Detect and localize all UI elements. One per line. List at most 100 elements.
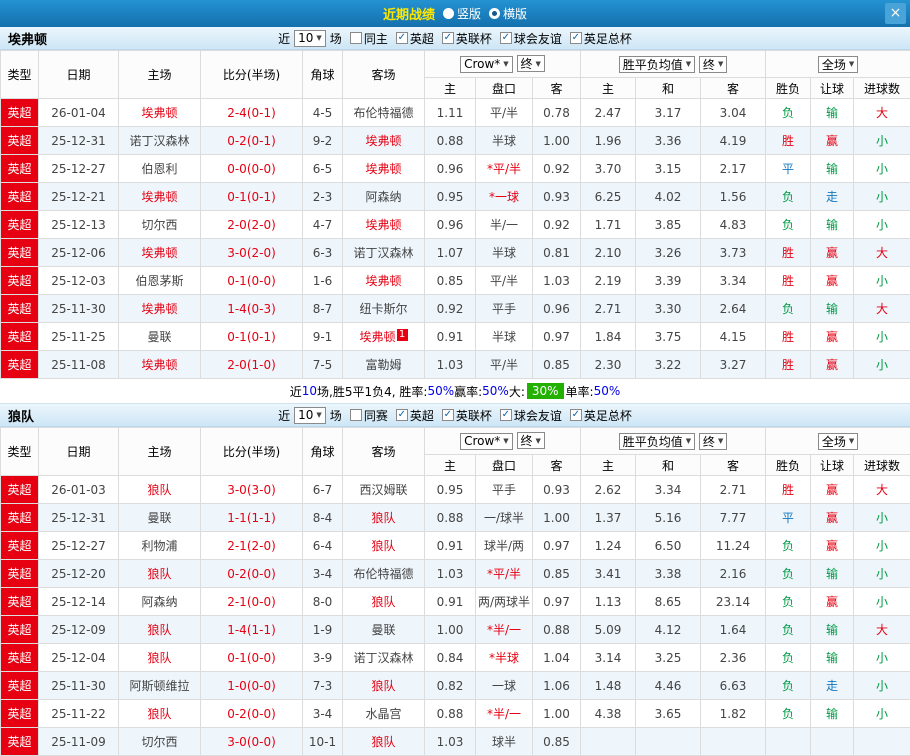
layout-radio-vertical[interactable]: 竖版 <box>443 5 481 22</box>
filter-checkbox[interactable]: 同主 <box>350 30 388 47</box>
corner-cell: 4-5 <box>303 99 343 127</box>
avg-select[interactable]: 胜平负均值▼ <box>619 433 695 450</box>
date-cell: 25-12-06 <box>39 239 119 267</box>
chevron-down-icon: ▼ <box>536 437 541 445</box>
page-title: 近期战绩 <box>383 4 435 23</box>
asian-result-cell: 赢 <box>811 476 854 504</box>
col-goals: 进球数 <box>854 455 910 476</box>
home-odds-cell: 0.96 <box>425 155 476 183</box>
away-team-cell: 埃弗顿 <box>343 127 425 155</box>
avg-home-cell: 1.37 <box>581 504 636 532</box>
avg-final-select[interactable]: 终▼ <box>699 56 727 73</box>
avg-away-cell: 23.14 <box>701 588 766 616</box>
filter-checkbox[interactable]: ✓英超 <box>396 30 434 47</box>
close-icon[interactable]: × <box>885 3 906 24</box>
filter-checkbox[interactable]: ✓球会友谊 <box>500 407 562 424</box>
avg-final-value: 终 <box>703 433 715 450</box>
home-team-cell: 狼队 <box>119 700 201 728</box>
bookmaker-select[interactable]: Crow*▼ <box>460 56 513 73</box>
chevron-down-icon: ▼ <box>536 60 541 68</box>
date-cell: 25-12-31 <box>39 127 119 155</box>
date-cell: 25-12-21 <box>39 183 119 211</box>
home-team-cell: 利物浦 <box>119 532 201 560</box>
asian-result-cell: 输 <box>811 99 854 127</box>
filter-checkbox[interactable]: ✓英足总杯 <box>570 407 632 424</box>
home-team-cell: 阿斯顿维拉 <box>119 672 201 700</box>
corner-cell: 9-1 <box>303 323 343 351</box>
asian-result-cell: 走 <box>811 672 854 700</box>
radio-horizontal-label: 横版 <box>503 5 527 22</box>
fulltime-select[interactable]: 全场▼ <box>818 433 858 450</box>
fulltime-select[interactable]: 全场▼ <box>818 56 858 73</box>
match-count-select[interactable]: 10▼ <box>294 30 326 47</box>
avg-final-select[interactable]: 终▼ <box>699 433 727 450</box>
filter-checkbox[interactable]: ✓英联杯 <box>442 407 492 424</box>
result-cell: 负 <box>766 183 811 211</box>
avg-home-cell: 6.25 <box>581 183 636 211</box>
filter-checkbox[interactable]: ✓英联杯 <box>442 30 492 47</box>
match-row: 英超25-12-27利物浦2-1(2-0)6-4狼队0.91球半/两0.971.… <box>1 532 910 560</box>
away-odds-cell: 0.85 <box>533 728 581 756</box>
goals-result-cell: 大 <box>854 99 910 127</box>
score-cell: 1-4(1-1) <box>201 616 303 644</box>
result-cell <box>766 728 811 756</box>
goals-result-cell: 小 <box>854 183 910 211</box>
goals-result-cell: 小 <box>854 532 910 560</box>
odds-final-select[interactable]: 终▼ <box>517 432 545 449</box>
home-team-cell: 埃弗顿 <box>119 239 201 267</box>
score-cell: 0-2(0-0) <box>201 700 303 728</box>
away-odds-cell: 0.97 <box>533 323 581 351</box>
avg-draw-cell: 6.50 <box>636 532 701 560</box>
league-cell: 英超 <box>1 351 39 379</box>
filter-checkbox[interactable]: ✓球会友谊 <box>500 30 562 47</box>
away-team-cell: 富勒姆 <box>343 351 425 379</box>
col-away: 客场 <box>343 428 425 476</box>
avg-home-cell: 1.48 <box>581 672 636 700</box>
home-odds-cell: 0.95 <box>425 183 476 211</box>
layout-radio-horizontal[interactable]: 横版 <box>489 5 527 22</box>
home-odds-cell: 1.11 <box>425 99 476 127</box>
bookmaker-select[interactable]: Crow*▼ <box>460 433 513 450</box>
away-team-cell: 曼联 <box>343 616 425 644</box>
col-home: 主场 <box>119 51 201 99</box>
goals-result-cell: 大 <box>854 476 910 504</box>
goals-result-cell: 小 <box>854 211 910 239</box>
avg-select[interactable]: 胜平负均值▼ <box>619 56 695 73</box>
handicap-cell: *一球 <box>476 183 533 211</box>
avg-draw-cell: 3.36 <box>636 127 701 155</box>
goals-result-cell: 小 <box>854 267 910 295</box>
filter-checkbox-label: 同主 <box>364 30 388 47</box>
match-count-select[interactable]: 10▼ <box>294 407 326 424</box>
corner-cell: 9-2 <box>303 127 343 155</box>
corner-cell: 7-5 <box>303 351 343 379</box>
matches-table: 类型 日期 主场 比分(半场) 角球 客场 Crow*▼ 终▼ 胜平负均值▼ 终… <box>0 427 910 756</box>
filter-checkbox[interactable]: ✓英超 <box>396 407 434 424</box>
match-row: 英超25-12-03伯恩茅斯0-1(0-0)1-6埃弗顿0.85平/半1.032… <box>1 267 910 295</box>
home-team-cell: 狼队 <box>119 560 201 588</box>
checkbox-unchecked-icon <box>350 409 362 421</box>
score-cell: 3-0(2-0) <box>201 239 303 267</box>
avg-draw-cell <box>636 728 701 756</box>
home-team-cell: 狼队 <box>119 644 201 672</box>
odds-group-header: Crow*▼ 终▼ <box>425 428 581 455</box>
avg-draw-cell: 3.17 <box>636 99 701 127</box>
filter-checkbox[interactable]: 同赛 <box>350 407 388 424</box>
away-odds-cell: 0.85 <box>533 560 581 588</box>
odds-final-select[interactable]: 终▼ <box>517 55 545 72</box>
avg-away-cell: 11.24 <box>701 532 766 560</box>
filter-checkbox-label: 英超 <box>410 407 434 424</box>
filter-checkbox[interactable]: ✓英足总杯 <box>570 30 632 47</box>
avg-away-cell: 4.19 <box>701 127 766 155</box>
league-cell: 英超 <box>1 295 39 323</box>
date-cell: 25-11-30 <box>39 295 119 323</box>
near-label: 近 <box>278 407 290 424</box>
odds-final-value: 终 <box>521 55 533 72</box>
home-odds-cell: 1.07 <box>425 239 476 267</box>
goals-result-cell: 大 <box>854 616 910 644</box>
home-odds-cell: 1.00 <box>425 616 476 644</box>
filter-checkbox-label: 英超 <box>410 30 434 47</box>
avg-draw-cell: 3.22 <box>636 351 701 379</box>
avg-draw-cell: 3.30 <box>636 295 701 323</box>
handicap-cell: *平/半 <box>476 560 533 588</box>
handicap-cell: 两/两球半 <box>476 588 533 616</box>
